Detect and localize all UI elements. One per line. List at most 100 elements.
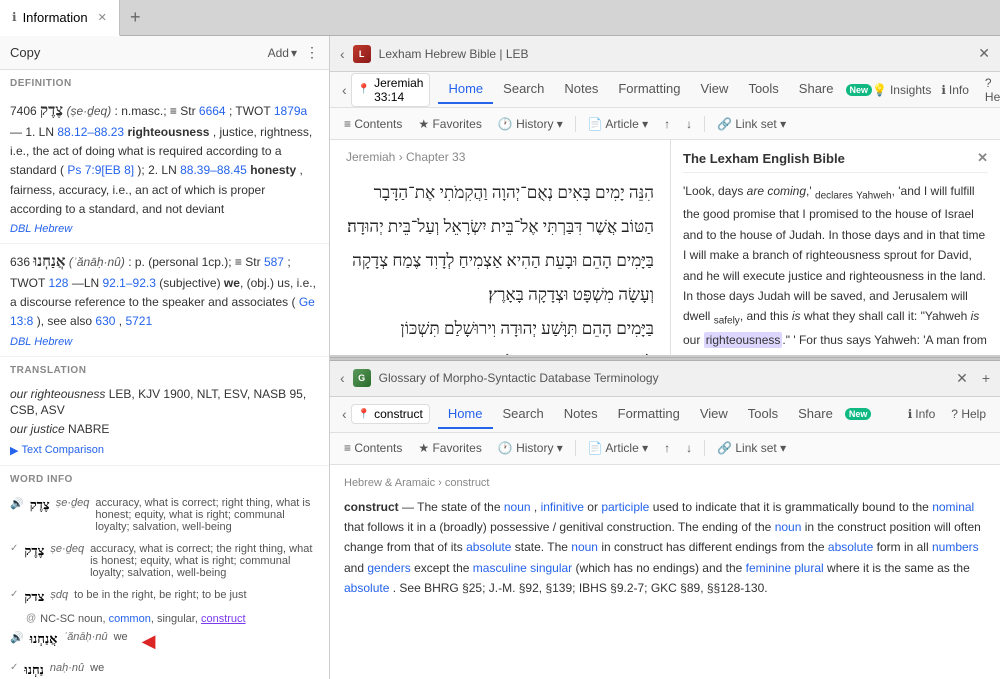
noun-link-3[interactable]: noun (571, 540, 598, 554)
tab-share-bottom[interactable]: Share (788, 400, 843, 429)
favorites-btn-bottom[interactable]: ★ Favorites (412, 439, 487, 457)
ps-link[interactable]: Ps 7:9[EB 8] (67, 163, 134, 177)
english-bible-close[interactable]: ✕ (977, 150, 988, 166)
audio-icon-4[interactable]: 🔊 (10, 631, 24, 644)
infinitive-link[interactable]: infinitive (541, 500, 584, 514)
bulb-icon: 💡 (872, 83, 887, 97)
info-button-bottom[interactable]: ℹ Info (902, 405, 942, 423)
link-set-btn-bottom[interactable]: 🔗 Link set ▾ (711, 439, 792, 457)
tab-formatting-bottom[interactable]: Formatting (608, 400, 690, 429)
up-btn-top[interactable]: ↑ (658, 115, 676, 133)
contents-btn-top[interactable]: ≡ Contents (338, 115, 408, 133)
ln-link-2[interactable]: 92.1–92.3 (103, 276, 156, 290)
article-btn-top[interactable]: 📄 Article ▾ (582, 115, 654, 133)
verse-text-2: בַּיָּמִים הָהֵם וּבָעֵת הַהִיא אַצְמִיח… (352, 251, 654, 304)
wi-translit-2: ṣe·ḏeq (50, 543, 84, 555)
dbl-link-2[interactable]: DBL Hebrew (10, 336, 72, 348)
up-btn-bottom[interactable]: ↑ (658, 439, 676, 457)
bottom-location-icon: 📍 (358, 409, 370, 420)
ln2-label: —LN (72, 276, 103, 290)
tab-search-bottom[interactable]: Search (493, 400, 554, 429)
link-5721[interactable]: 5721 (125, 314, 152, 328)
bottom-close-tab-button[interactable]: ✕ (952, 368, 972, 389)
wi-def-4: we (114, 631, 128, 643)
contents-btn-bottom[interactable]: ≡ Contents (338, 439, 408, 457)
tab-formatting-top[interactable]: Formatting (608, 75, 690, 104)
verse-text-4: לָבֶטַח וְזֶה אֲשֶׁר־יִקְרָא־לָהּ יְהוָה… (420, 353, 654, 355)
new-tab-button[interactable]: + (120, 7, 151, 28)
tab-tools-top[interactable]: Tools (738, 75, 788, 104)
twot-link-1[interactable]: 1879a (274, 104, 307, 118)
history-btn-bottom[interactable]: 🕐 History ▾ (492, 439, 569, 457)
bible-text-content: 'Look, days are coming,' declares Yahweh… (683, 181, 988, 355)
absolute-link[interactable]: absolute (466, 540, 511, 554)
top-back-button[interactable]: ‹ (336, 44, 349, 64)
down-btn-bottom[interactable]: ↓ (680, 439, 698, 457)
str-link-1[interactable]: 6664 (199, 104, 226, 118)
link-630[interactable]: 630 (95, 314, 115, 328)
history-btn-top[interactable]: 🕐 History ▾ (492, 115, 569, 133)
add-button[interactable]: Add ▾ (268, 46, 297, 60)
location-text[interactable]: Jeremiah 33:14 (374, 76, 423, 104)
numbers-link[interactable]: numbers (932, 540, 979, 554)
article-btn-bottom[interactable]: 📄 Article ▾ (582, 439, 654, 457)
tab-view-top[interactable]: View (690, 75, 738, 104)
noun-link-2[interactable]: noun (775, 520, 802, 534)
more-options-button[interactable]: ⋮ (305, 44, 319, 61)
toolbar-sep-1 (575, 116, 576, 132)
bottom-location-text[interactable]: construct (374, 407, 423, 421)
dbl-link-1[interactable]: DBL Hebrew (10, 223, 72, 235)
top-prev-button[interactable]: ‹ (338, 80, 351, 100)
bottom-location-box: 📍 construct (351, 404, 430, 424)
favorites-btn-top[interactable]: ★ Favorites (412, 115, 487, 133)
help-button-top[interactable]: ? Help (979, 74, 1000, 106)
audio-icon-1[interactable]: 🔊 (10, 497, 24, 510)
str-link-2[interactable]: 587 (264, 255, 284, 269)
bottom-prev-button[interactable]: ‹ (338, 404, 351, 424)
tab-view-bottom[interactable]: View (690, 400, 738, 429)
str-label: ≡ Str (170, 104, 199, 118)
check-icon-2: ✓ (10, 543, 18, 554)
right-panels: ‹ L Lexham Hebrew Bible | LEB ✕ ‹ 📍 Jere… (330, 36, 1000, 679)
feminine-plural-link[interactable]: feminine plural (746, 561, 824, 575)
bottom-close-panel-button[interactable]: + (978, 368, 994, 388)
help-button-bottom[interactable]: ? Help (945, 405, 992, 423)
bottom-back-button[interactable]: ‹ (336, 368, 349, 388)
entry2-number: 636 (10, 255, 30, 269)
down-btn-top[interactable]: ↓ (680, 115, 698, 133)
glossary-dash: — The state of the (402, 500, 504, 514)
twot-link-2[interactable]: 128 (48, 276, 68, 290)
tab-notes-bottom[interactable]: Notes (554, 400, 608, 429)
tab-home-bottom[interactable]: Home (438, 400, 493, 429)
tab-home-top[interactable]: Home (438, 75, 493, 104)
top-panel-actions: 💡 Insights ℹ Info ? Help (872, 74, 1000, 106)
tab-information[interactable]: ℹ Information ✕ (0, 0, 120, 36)
ln-link-1b[interactable]: 88.39–88.45 (180, 163, 247, 177)
tab-search-top[interactable]: Search (493, 75, 554, 104)
entry1-hebrew: צֶדֶק (40, 103, 63, 119)
red-arrow-icon-2: ◀ (142, 631, 156, 652)
tab-notes-top[interactable]: Notes (554, 75, 608, 104)
masculine-singular-link[interactable]: masculine singular (473, 561, 572, 575)
absolute-link-3[interactable]: absolute (344, 581, 389, 595)
insights-button[interactable]: 💡 Insights (872, 83, 931, 97)
info-button-top[interactable]: ℹ Info (935, 81, 975, 99)
translation-section: our righteousness LEB, KJV 1900, NLT, ES… (0, 380, 329, 466)
tab-tools-bottom[interactable]: Tools (738, 400, 788, 429)
top-close-panel-button[interactable]: ✕ (974, 43, 994, 64)
nominal-link[interactable]: nominal (932, 500, 974, 514)
absolute-link-2[interactable]: absolute (828, 540, 873, 554)
participle-link[interactable]: participle (601, 500, 649, 514)
noun-link[interactable]: noun (504, 500, 531, 514)
ln-link-1[interactable]: 88.12–88.23 (57, 125, 124, 139)
verse-text: הִנֵּה יָמִים בָּאִים נְאֻם־יְהוָה וַהֲק… (347, 183, 654, 236)
link-set-btn-top[interactable]: 🔗 Link set ▾ (711, 115, 792, 133)
tab-share-top[interactable]: Share (789, 75, 844, 104)
text-comparison-link[interactable]: ▶ Text Comparison (10, 444, 104, 457)
tab-close-icon[interactable]: ✕ (98, 11, 107, 24)
genders-link[interactable]: genders (367, 561, 410, 575)
wi-def-2: accuracy, what is correct; the right thi… (90, 543, 319, 579)
left-panel-header: Copy Add ▾ ⋮ (0, 36, 329, 70)
ln-label-1: 1. LN (25, 125, 57, 139)
wi-translit-3: ṣdq (50, 589, 68, 601)
